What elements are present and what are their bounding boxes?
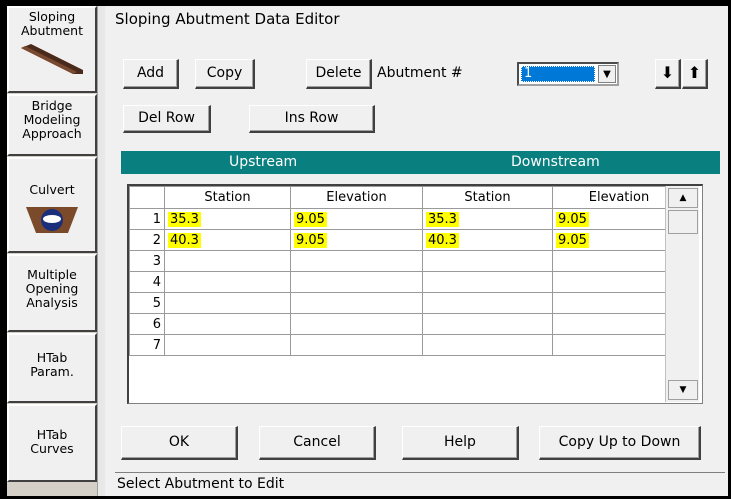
htab-curves-button[interactable]: HTab Curves	[7, 404, 97, 482]
arrow-up-icon: ⬆	[687, 63, 702, 82]
ins-row-button[interactable]: Ins Row	[249, 105, 375, 133]
row-number: 4	[129, 271, 165, 293]
arrow-down-icon: ⬇	[660, 63, 675, 82]
cell-us-elevation[interactable]	[290, 334, 423, 356]
table-row: 5	[129, 292, 686, 314]
editor-panel: Sloping Abutment Data Editor Add Copy De…	[105, 6, 728, 496]
row-number: 7	[129, 334, 165, 356]
htab-param-label: HTab Param.	[30, 350, 74, 379]
status-bar: Select Abutment to Edit	[115, 472, 725, 496]
window-title: Sloping Abutment Data Editor	[115, 10, 340, 28]
table-row: 1 35.3 9.05 35.3 9.05	[129, 208, 686, 230]
column-header-row: Station Elevation Station Elevation	[129, 186, 686, 209]
cell-ds-station[interactable]	[422, 271, 553, 293]
grid-corner	[129, 186, 165, 209]
cell-us-elevation[interactable]	[290, 271, 423, 293]
copy-button[interactable]: Copy	[195, 59, 255, 89]
culvert-button[interactable]: Culvert	[7, 157, 97, 253]
cell-ds-station[interactable]	[422, 250, 553, 272]
cell-us-elevation[interactable]: 9.05	[290, 208, 423, 230]
multiple-opening-analysis-button[interactable]: Multiple Opening Analysis	[7, 254, 97, 332]
sloping-abutment-icon	[21, 44, 83, 74]
row-number: 6	[129, 313, 165, 335]
htab-curves-label: HTab Curves	[30, 427, 74, 456]
upstream-downstream-header: Upstream Downstream	[121, 151, 720, 174]
cell-value: 35.3	[168, 211, 201, 227]
cell-us-station[interactable]	[164, 334, 291, 356]
row-number: 2	[129, 229, 165, 251]
data-table: Station Elevation Station Elevation 1 35…	[129, 186, 686, 356]
upstream-label: Upstream	[229, 154, 298, 170]
multiple-opening-analysis-label: Multiple Opening Analysis	[25, 267, 79, 310]
cell-ds-station[interactable]: 40.3	[422, 229, 553, 251]
cell-us-station[interactable]	[164, 271, 291, 293]
table-row: 7	[129, 334, 686, 356]
table-row: 4	[129, 271, 686, 293]
sloping-abutment-button[interactable]: Sloping Abutment	[7, 6, 97, 93]
scroll-up-icon[interactable]: ▲	[668, 188, 698, 208]
culvert-label: Culvert	[29, 182, 75, 197]
move-up-button[interactable]: ⬆	[682, 59, 708, 89]
grid-scrollbar[interactable]: ▲ ▼	[665, 186, 699, 402]
scroll-down-icon[interactable]: ▼	[668, 380, 698, 400]
cell-value: 9.05	[294, 211, 327, 227]
abutment-number-label: Abutment #	[377, 65, 463, 81]
cell-value: 40.3	[426, 232, 459, 248]
cell-ds-station[interactable]	[422, 334, 553, 356]
delete-button[interactable]: Delete	[306, 59, 372, 89]
cell-us-station[interactable]	[164, 313, 291, 335]
cell-value: 9.05	[556, 211, 589, 227]
row-number: 1	[129, 208, 165, 230]
column-header: Elevation	[290, 186, 423, 209]
splitter	[97, 6, 105, 496]
table-row: 6	[129, 313, 686, 335]
help-button[interactable]: Help	[402, 426, 519, 460]
sloping-abutment-label: Sloping Abutment	[21, 9, 83, 38]
cell-us-station[interactable]	[164, 292, 291, 314]
cell-us-elevation[interactable]: 9.05	[290, 229, 423, 251]
copy-up-to-down-button[interactable]: Copy Up to Down	[539, 426, 701, 460]
cell-us-station[interactable]: 40.3	[164, 229, 291, 251]
column-header: Station	[164, 186, 291, 209]
cell-us-station[interactable]	[164, 250, 291, 272]
abutment-number-select[interactable]: 1 ▼	[517, 62, 619, 86]
bridge-modeling-approach-label: Bridge Modeling Approach	[22, 98, 82, 141]
table-row: 3	[129, 250, 686, 272]
cell-us-station[interactable]: 35.3	[164, 208, 291, 230]
cell-value: 35.3	[426, 211, 459, 227]
cell-us-elevation[interactable]	[290, 292, 423, 314]
bridge-modeling-approach-button[interactable]: Bridge Modeling Approach	[7, 94, 97, 156]
cell-ds-station[interactable]	[422, 313, 553, 335]
table-row: 2 40.3 9.05 40.3 9.05	[129, 229, 686, 251]
abutment-number-value: 1	[521, 66, 595, 82]
cell-us-elevation[interactable]	[290, 313, 423, 335]
cell-value: 40.3	[168, 232, 201, 248]
cell-ds-station[interactable]: 35.3	[422, 208, 553, 230]
cell-ds-station[interactable]	[422, 292, 553, 314]
htab-param-button[interactable]: HTab Param.	[7, 333, 97, 403]
row-number: 3	[129, 250, 165, 272]
cancel-button[interactable]: Cancel	[259, 426, 376, 460]
scroll-thumb[interactable]	[668, 210, 698, 234]
del-row-button[interactable]: Del Row	[123, 105, 211, 133]
cell-value: 9.05	[294, 232, 327, 248]
add-button[interactable]: Add	[123, 59, 179, 89]
ok-button[interactable]: OK	[121, 426, 238, 460]
cell-value: 9.05	[556, 232, 589, 248]
cell-us-elevation[interactable]	[290, 250, 423, 272]
column-header: Station	[422, 186, 553, 209]
abutment-data-grid[interactable]: Station Elevation Station Elevation 1 35…	[127, 184, 703, 404]
row-number: 5	[129, 292, 165, 314]
chevron-down-icon[interactable]: ▼	[598, 65, 616, 83]
move-down-button[interactable]: ⬇	[655, 59, 681, 89]
left-toolbar: Sloping Abutment Bridge Modeling Approac…	[7, 6, 97, 496]
culvert-icon	[26, 207, 78, 233]
downstream-label: Downstream	[511, 154, 600, 170]
